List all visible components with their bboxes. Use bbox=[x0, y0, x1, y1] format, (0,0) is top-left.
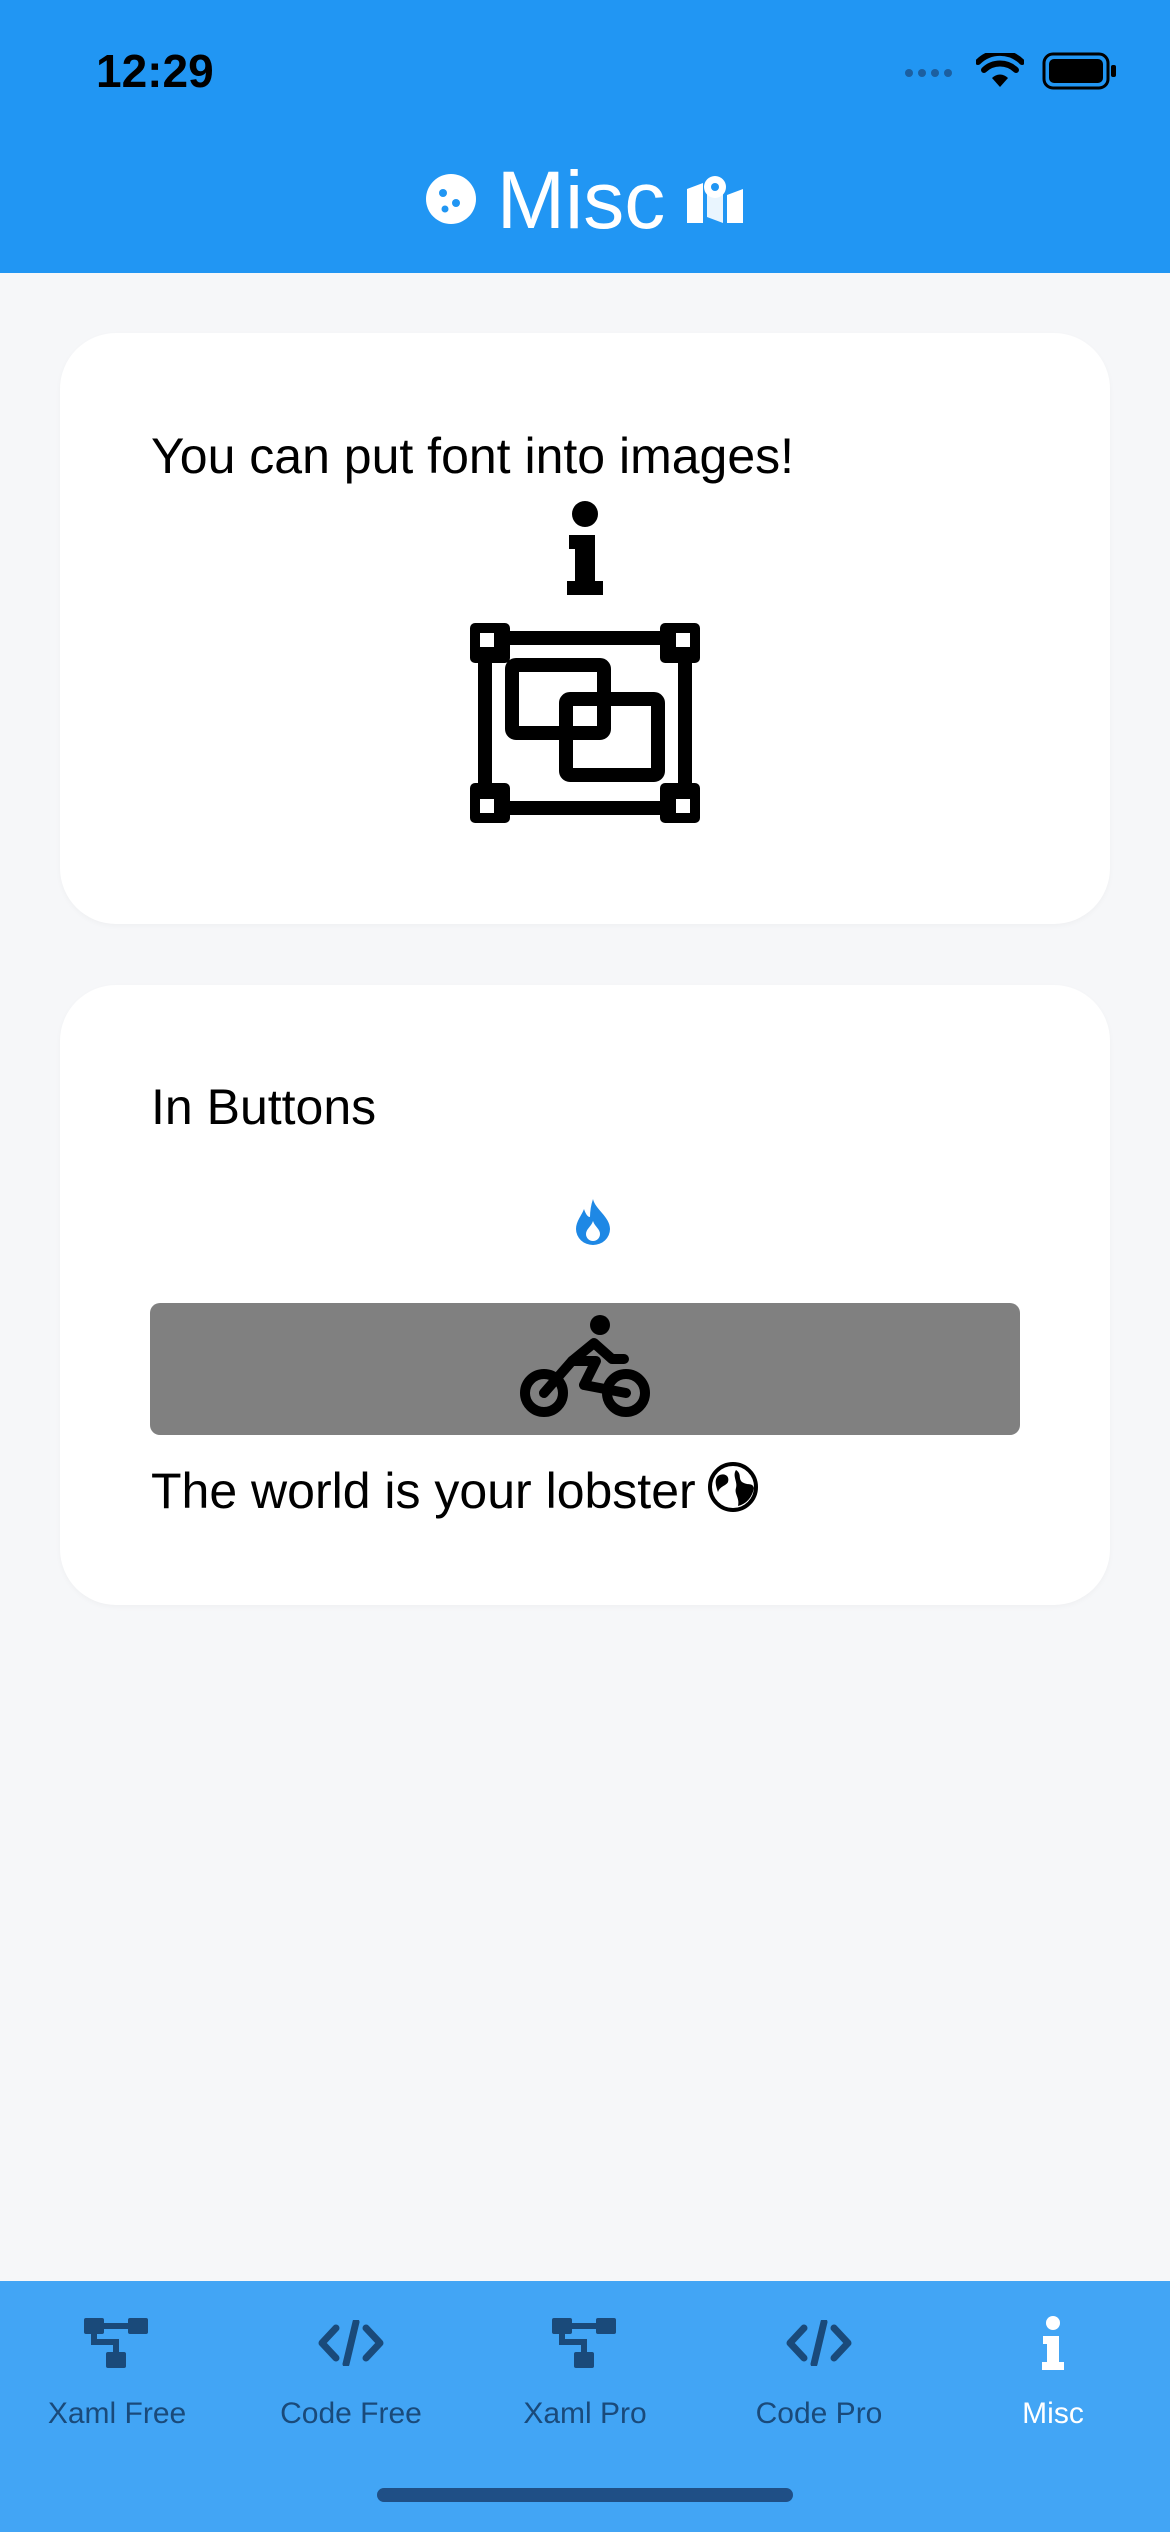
lobster-caption: The world is your lobster bbox=[151, 1463, 696, 1519]
cookie-icon bbox=[425, 173, 477, 230]
map-marker-icon bbox=[685, 173, 745, 230]
tab-xaml-pro[interactable]: Xaml Pro bbox=[468, 2311, 702, 2431]
buttons-card: In Buttons The world is your lobster bbox=[60, 985, 1110, 1605]
tab-misc[interactable]: Misc bbox=[936, 2311, 1170, 2431]
cellular-signal-icon bbox=[904, 64, 958, 83]
tab-code-pro[interactable]: Code Pro bbox=[702, 2311, 936, 2431]
tab-label: Code Pro bbox=[755, 2397, 883, 2430]
home-indicator[interactable] bbox=[377, 2488, 793, 2502]
battery-icon bbox=[1042, 52, 1118, 95]
fire-icon bbox=[574, 1197, 612, 1250]
lobster-caption-row: The world is your lobster bbox=[151, 1462, 758, 1520]
tab-label: Code Free bbox=[280, 2397, 422, 2430]
select-group-icon bbox=[470, 623, 700, 828]
tab-label: Xaml Pro bbox=[523, 2397, 647, 2430]
tab-code-free[interactable]: Code Free bbox=[234, 2311, 468, 2431]
globe-icon bbox=[707, 1462, 758, 1520]
code-icon bbox=[318, 2311, 384, 2375]
fire-button[interactable] bbox=[563, 1193, 623, 1253]
tab-label: Misc bbox=[1022, 2397, 1084, 2430]
info-icon bbox=[1040, 2311, 1066, 2375]
hierarchy-icon bbox=[84, 2311, 150, 2375]
tab-label: Xaml Free bbox=[47, 2397, 187, 2430]
tab-xaml-free[interactable]: Xaml Free bbox=[0, 2311, 234, 2431]
code-icon bbox=[786, 2311, 852, 2375]
hierarchy-icon bbox=[552, 2311, 618, 2375]
bicycle-button[interactable] bbox=[150, 1303, 1020, 1435]
buttons-heading: In Buttons bbox=[151, 1079, 377, 1135]
page-title: Misc bbox=[496, 155, 666, 246]
status-time: 12:29 bbox=[96, 45, 214, 97]
font-images-text: You can put font into images! bbox=[151, 428, 795, 484]
info-icon bbox=[563, 501, 607, 600]
font-images-card: You can put font into images! bbox=[60, 333, 1110, 924]
header: 12:29 Misc bbox=[0, 0, 1170, 273]
status-icons bbox=[904, 49, 1118, 95]
wifi-icon bbox=[975, 49, 1025, 94]
title-row: Misc bbox=[0, 160, 1170, 242]
bicycle-icon bbox=[520, 1314, 650, 1424]
